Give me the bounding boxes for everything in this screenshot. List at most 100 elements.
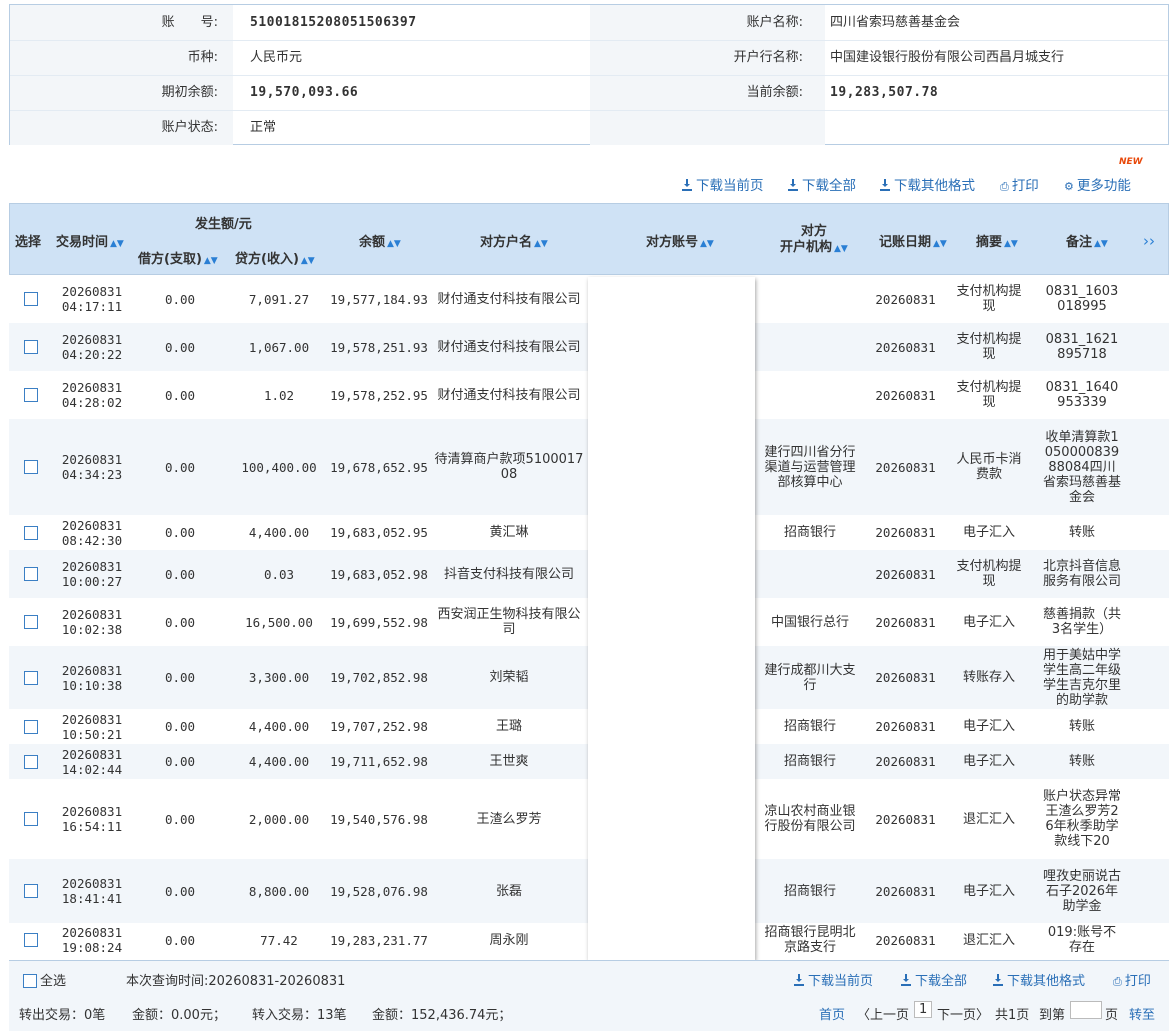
row-checkbox[interactable] <box>24 525 38 540</box>
cell-post: 20260831 <box>867 550 944 598</box>
sort-icon[interactable]: ▲▼ <box>301 256 315 266</box>
sort-icon[interactable]: ▲▼ <box>387 239 401 249</box>
cell-name-text: 黄汇琳 <box>489 525 529 540</box>
select-all[interactable]: 全选 <box>23 970 66 989</box>
status-value: 正常 <box>250 120 277 135</box>
goto-button[interactable]: 转至 <box>1129 1004 1155 1023</box>
cell-bank <box>760 550 860 598</box>
row-checkbox[interactable] <box>24 567 38 581</box>
cell-remark: 转账 <box>1042 709 1122 744</box>
sort-icon[interactable]: ▲▼ <box>110 239 124 249</box>
cell-post: 20260831 <box>867 371 944 419</box>
cell-credit-text: 16,500.00 <box>245 614 313 630</box>
scroll-right-icon[interactable]: ›› <box>1143 232 1155 250</box>
col-counterparty-bank[interactable]: 对方 开户机构 ▲▼ <box>780 224 848 257</box>
footer-download-page-button[interactable]: 下载当前页 <box>794 970 873 989</box>
row-checkbox[interactable] <box>24 754 38 769</box>
row-checkbox[interactable] <box>24 460 38 474</box>
cell-bank <box>760 323 860 371</box>
download-page-button[interactable]: 下载当前页 <box>682 174 764 194</box>
next-page-link[interactable]: 下一页〉 <box>937 1004 989 1023</box>
sort-icon[interactable]: ▲▼ <box>834 244 848 254</box>
col-time[interactable]: 交易时间 ▲▼ <box>56 231 124 250</box>
cell-name: 待清算商户款项510001708 <box>433 419 585 515</box>
cell-summary-text: 电子汇入 <box>962 883 1015 899</box>
cell-balance-text: 19,578,251.93 <box>330 339 428 355</box>
row-select-cell <box>9 709 53 744</box>
select-all-checkbox[interactable] <box>23 974 37 988</box>
sort-icon[interactable]: ▲▼ <box>700 239 714 249</box>
footer-download-all-button[interactable]: 下载全部 <box>901 970 967 989</box>
cell-summary: 人民币卡消费款 <box>954 419 1024 515</box>
cell-remark-text: 0831_1621895718 <box>1045 332 1119 362</box>
row-checkbox[interactable] <box>24 388 38 402</box>
row-checkbox[interactable] <box>24 340 38 354</box>
col-counterparty-account[interactable]: 对方账号 ▲▼ <box>646 231 714 250</box>
row-checkbox[interactable] <box>24 719 38 734</box>
cell-bank: 招商银行 <box>760 744 860 779</box>
download-icon <box>794 974 804 986</box>
sort-icon[interactable]: ▲▼ <box>1094 239 1108 249</box>
col-balance[interactable]: 余额 ▲▼ <box>359 231 401 250</box>
cell-debit: 0.00 <box>131 515 229 550</box>
cell-summary-text: 退汇汇入 <box>962 811 1015 827</box>
cell-remark: 北京抖音信息服务有限公司 <box>1042 550 1122 598</box>
footer-download-other-button[interactable]: 下载其他格式 <box>993 970 1085 989</box>
col-debit[interactable]: 借方(支取) ▲▼ <box>138 248 218 267</box>
table-footer: 全选 本次查询时间:20260831-20260831 下载当前页 下载全部 下… <box>9 960 1169 1031</box>
cell-bank-text: 招商银行 <box>783 754 836 769</box>
row-checkbox[interactable] <box>24 812 38 826</box>
printer-icon: ⎙ <box>1000 180 1009 193</box>
cell-post: 20260831 <box>867 323 944 371</box>
row-checkbox[interactable] <box>24 670 38 685</box>
row-checkbox[interactable] <box>24 933 38 947</box>
cell-debit-text: 0.00 <box>164 291 196 307</box>
cell-summary-text: 电子汇入 <box>962 525 1015 540</box>
goto-page-input[interactable] <box>1070 1001 1102 1019</box>
cell-balance-text: 19,283,231.77 <box>330 932 428 948</box>
cell-post-text: 20260831 <box>875 525 936 540</box>
cell-bank <box>760 371 860 419</box>
col-remark[interactable]: 备注 ▲▼ <box>1066 231 1108 250</box>
sort-icon[interactable]: ▲▼ <box>534 239 548 249</box>
cell-bank-text: 中国银行总行 <box>770 614 849 630</box>
download-icon <box>788 179 798 191</box>
cell-credit: 77.42 <box>229 923 329 957</box>
col-post-date-label: 记账日期 <box>879 235 932 250</box>
row-checkbox[interactable] <box>24 884 38 898</box>
cell-time-text: 08:42:30 <box>61 532 123 548</box>
col-counterparty-bank-label-2: 开户机构 <box>780 240 833 255</box>
printer-icon: ⎙ <box>1113 975 1122 988</box>
cell-debit-text: 0.00 <box>164 811 196 827</box>
cell-balance-text: 19,707,252.98 <box>330 719 428 734</box>
col-post-date[interactable]: 记账日期 ▲▼ <box>879 231 947 250</box>
cell-credit-text: 1.02 <box>263 387 295 403</box>
cell-remark-text: 转账 <box>1068 525 1095 540</box>
download-other-button[interactable]: 下载其他格式 <box>880 174 975 194</box>
current-page[interactable]: 1 <box>914 1001 933 1018</box>
footer-download-page-label: 下载当前页 <box>808 974 874 989</box>
cell-remark: 收单清算款105000083988084四川省索玛慈善基金会 <box>1042 419 1122 515</box>
cell-credit-text: 4,400.00 <box>248 754 310 769</box>
col-credit[interactable]: 贷方(收入) ▲▼ <box>235 248 315 267</box>
cell-summary-text: 支付机构提现 <box>956 380 1022 410</box>
row-checkbox[interactable] <box>24 292 38 306</box>
footer-print-button[interactable]: ⎙ 打印 <box>1113 970 1151 989</box>
col-counterparty-name[interactable]: 对方户名 ▲▼ <box>480 231 548 250</box>
sort-icon[interactable]: ▲▼ <box>204 256 218 266</box>
sort-icon[interactable]: ▲▼ <box>1004 239 1018 249</box>
cell-post: 20260831 <box>867 709 944 744</box>
col-summary[interactable]: 摘要 ▲▼ <box>976 231 1018 250</box>
cell-debit-text: 0.00 <box>164 525 196 540</box>
download-all-button[interactable]: 下载全部 <box>788 174 856 194</box>
cell-debit: 0.00 <box>131 744 229 779</box>
sort-icon[interactable]: ▲▼ <box>933 239 947 249</box>
first-page-link[interactable]: 首页 <box>819 1004 845 1023</box>
goto-page-field[interactable] <box>1070 1001 1102 1019</box>
print-button[interactable]: ⎙ 打印 <box>1000 174 1039 194</box>
cell-balance: 19,683,052.95 <box>329 515 429 550</box>
row-checkbox[interactable] <box>24 615 38 629</box>
cell-balance: 19,528,076.98 <box>329 859 429 923</box>
prev-page-link[interactable]: 〈上一页 <box>857 1004 909 1023</box>
more-functions-button[interactable]: ⚙ 更多功能 <box>1064 174 1131 194</box>
